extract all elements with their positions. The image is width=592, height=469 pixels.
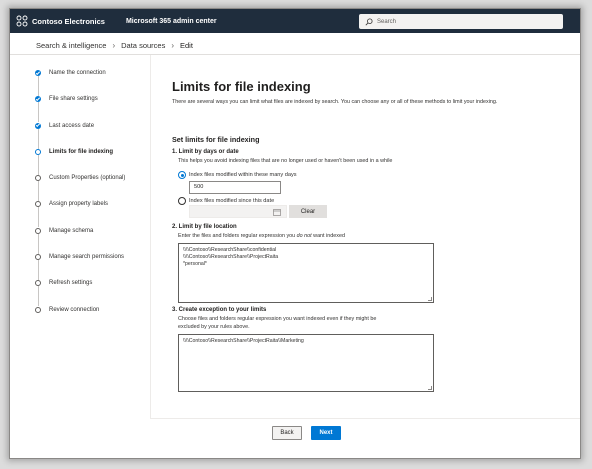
radio-days-label: Index files modified within these many d… <box>189 172 297 178</box>
location-section-hint: Enter the files and folders regular expr… <box>178 233 345 239</box>
step-connector <box>37 260 39 281</box>
step-name-connection[interactable]: Name the connection <box>35 69 125 96</box>
step-connector <box>37 128 39 149</box>
step-complete-icon <box>35 70 41 76</box>
step-label: Review connection <box>49 306 100 313</box>
step-connector <box>37 181 39 202</box>
step-manage-schema[interactable]: Manage schema <box>35 227 125 254</box>
location-hint-before: Enter the files and folders regular expr… <box>178 233 297 239</box>
top-bar: Contoso Electronics Microsoft 365 admin … <box>10 9 580 33</box>
step-pending-icon <box>35 280 41 287</box>
exception-hint-line-2: excluded by your rules above. <box>178 324 250 330</box>
step-refresh-settings[interactable]: Refresh settings <box>35 279 125 307</box>
step-label: Custom Properties (optional) <box>49 175 126 182</box>
breadcrumb-item-edit: Edit <box>180 40 193 50</box>
wizard-steps: Name the connection File share settings … <box>35 69 125 332</box>
exception-section-title: 3. Create exception to your limits <box>172 307 267 313</box>
step-assign-property-labels[interactable]: Assign property labels <box>35 200 125 228</box>
step-pending-icon <box>35 306 41 313</box>
step-complete-icon <box>35 122 41 129</box>
breadcrumb-item-data-sources[interactable]: Data sources <box>121 41 165 50</box>
step-connector <box>37 286 39 307</box>
step-complete-icon <box>35 96 41 103</box>
step-connector <box>37 207 39 228</box>
radio-date-option[interactable]: Index files modified since this date <box>178 197 274 205</box>
brand[interactable]: Contoso Electronics <box>16 15 105 27</box>
radio-unchecked-icon[interactable] <box>178 197 186 205</box>
exclude-paths-textarea[interactable]: \\\\Contoso\\ResearchShare\\confidential… <box>178 243 434 303</box>
step-current-icon <box>35 148 41 155</box>
breadcrumb-item-search-intelligence[interactable]: Search & intelligence <box>36 41 106 50</box>
resize-grip-icon[interactable] <box>428 386 432 390</box>
step-manage-search-permissions[interactable]: Manage search permissions <box>35 253 125 281</box>
exception-hint-line-1: Choose files and folders regular express… <box>178 316 377 322</box>
header-divider <box>10 54 580 55</box>
days-section-title: 1. Limit by days or date <box>172 149 239 155</box>
back-button[interactable]: Back <box>272 426 302 440</box>
days-section-hint: This helps you avoid indexing files that… <box>178 158 393 164</box>
step-connector <box>37 76 39 96</box>
search-box[interactable]: Search <box>359 14 563 29</box>
exception-path-line: \\\\Contoso\\ResearchShare\\ProjectRaita… <box>183 338 304 344</box>
step-label: Assign property labels <box>49 201 109 208</box>
calendar-icon[interactable] <box>273 208 281 216</box>
step-pending-icon <box>35 175 41 182</box>
chevron-right-icon: › <box>112 40 116 50</box>
step-pending-icon <box>35 227 41 234</box>
step-label: Name the connection <box>49 70 106 76</box>
radio-days-option[interactable]: Index files modified within these many d… <box>178 171 297 179</box>
exception-paths-textarea[interactable]: \\\\Contoso\\ResearchShare\\ProjectRaita… <box>178 334 434 392</box>
step-label: Limits for file indexing <box>49 148 114 155</box>
page-title: Limits for file indexing <box>172 79 311 94</box>
clear-date-button[interactable]: Clear <box>289 205 327 218</box>
step-file-share-settings[interactable]: File share settings <box>35 95 125 123</box>
step-pending-icon <box>35 201 41 208</box>
step-label: Manage schema <box>49 227 94 234</box>
step-connector <box>37 154 39 175</box>
search-placeholder: Search <box>377 18 397 25</box>
days-input[interactable]: 500 <box>189 181 281 194</box>
step-label: Manage search permissions <box>49 254 125 261</box>
exclude-path-line: \\\\Contoso\\ResearchShare\\confidential <box>183 247 277 253</box>
nav-divider <box>150 55 151 418</box>
contoso-logo-icon <box>16 15 28 27</box>
step-review-connection[interactable]: Review connection <box>35 306 125 332</box>
step-label: Last access date <box>49 122 95 129</box>
location-hint-emphasis: do not <box>296 233 312 239</box>
chevron-right-icon: › <box>171 40 174 50</box>
step-connector <box>37 233 39 254</box>
breadcrumb: Search & intelligence › Data sources › E… <box>36 38 193 52</box>
step-label: File share settings <box>49 96 98 103</box>
resize-grip-icon[interactable] <box>428 297 432 301</box>
step-pending-icon <box>35 254 41 261</box>
step-limits-file-indexing[interactable]: Limits for file indexing <box>35 148 125 175</box>
location-hint-after: want indexed <box>311 233 345 239</box>
footer-divider <box>150 418 580 419</box>
location-section-title: 2. Limit by file location <box>172 224 237 230</box>
section-title: Set limits for file indexing <box>172 135 260 144</box>
app-window: Contoso Electronics Microsoft 365 admin … <box>9 8 581 459</box>
step-label: Refresh settings <box>49 280 93 287</box>
search-icon <box>365 18 373 25</box>
page-description: There are several ways you can limit wha… <box>172 99 498 105</box>
radio-date-label: Index files modified since this date <box>189 198 275 204</box>
step-custom-properties[interactable]: Custom Properties (optional) <box>35 174 126 202</box>
step-last-access-date[interactable]: Last access date <box>35 122 125 149</box>
product-name[interactable]: Microsoft 365 admin center <box>126 18 217 25</box>
exclude-path-line: *personal* <box>183 261 207 267</box>
radio-checked-icon[interactable] <box>178 171 186 179</box>
next-button[interactable]: Next <box>311 426 341 440</box>
exclude-path-line: \\\\Contoso\\ResearchShare\\ProjectRaita <box>183 254 279 260</box>
step-connector <box>37 102 39 123</box>
brand-name: Contoso Electronics <box>32 16 105 26</box>
date-picker[interactable] <box>189 205 287 218</box>
